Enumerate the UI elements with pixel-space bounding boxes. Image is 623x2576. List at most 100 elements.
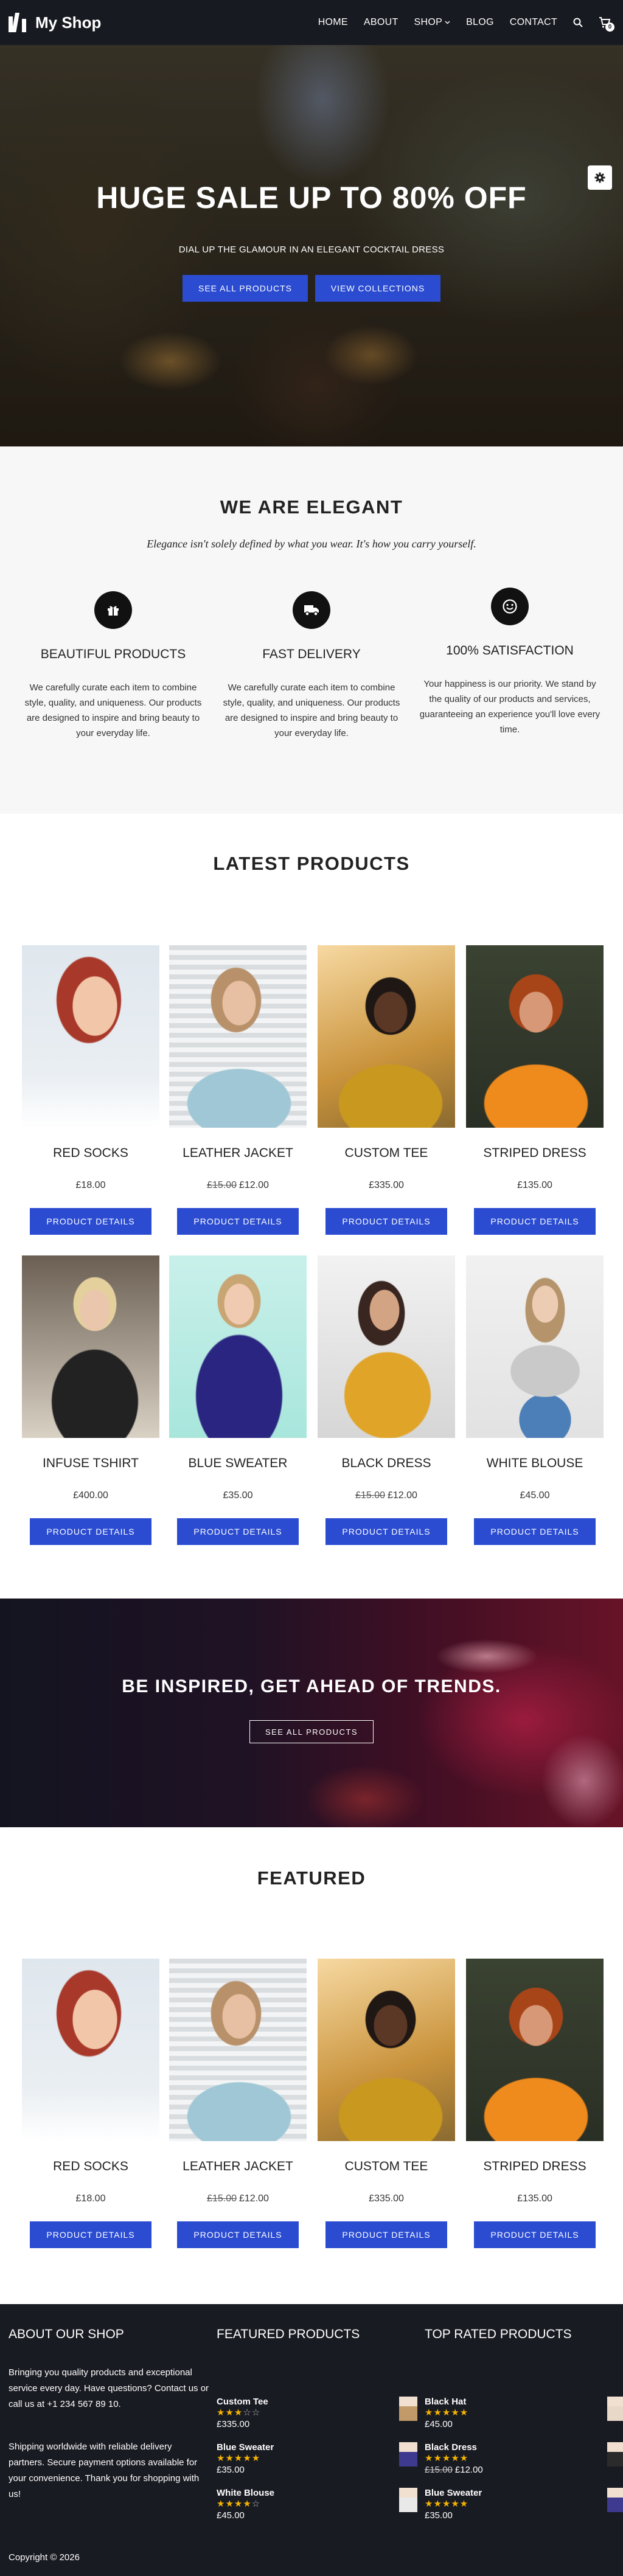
product-card[interactable]: STRIPED DRESS £135.00 PRODUCT DETAILS (466, 945, 604, 1235)
nav-about[interactable]: ABOUT (364, 17, 399, 28)
product-details-button[interactable]: PRODUCT DETAILS (30, 2221, 151, 2248)
view-collections-button[interactable]: VIEW COLLECTIONS (315, 275, 440, 302)
product-details-button[interactable]: PRODUCT DETAILS (177, 1518, 299, 1545)
product-image[interactable] (22, 945, 159, 1128)
product-details-button[interactable]: PRODUCT DETAILS (325, 2221, 447, 2248)
footer-product-name[interactable]: White Blouse (217, 2488, 417, 2498)
product-name[interactable]: RED SOCKS (22, 1146, 159, 1161)
feature-text: Your happiness is our priority. We stand… (419, 679, 600, 735)
nav-shop[interactable]: SHOP (414, 17, 451, 28)
product-card[interactable]: WHITE BLOUSE £45.00 PRODUCT DETAILS (466, 1255, 604, 1545)
settings-button[interactable] (588, 165, 612, 190)
product-name[interactable]: INFUSE TSHIRT (22, 1456, 159, 1471)
product-image[interactable] (169, 1959, 307, 2141)
product-name[interactable]: STRIPED DRESS (466, 1146, 604, 1161)
product-card[interactable]: RED SOCKS £18.00 PRODUCT DETAILS (22, 945, 159, 1235)
footer-product-name[interactable]: Custom Tee (217, 2397, 417, 2407)
star-rating-icon: ★★★☆☆ (217, 2408, 261, 2418)
cart-button[interactable]: 0 (599, 17, 614, 32)
product-price: £15.00 £12.00 (169, 2193, 307, 2204)
product-details-button[interactable]: PRODUCT DETAILS (30, 1208, 151, 1235)
footer-product-item[interactable]: Black Hat ★★★★★ £45.00 (425, 2397, 623, 2433)
latest-products-section: LATEST PRODUCTS RED SOCKS £18.00 PRODUCT D… (0, 814, 623, 1599)
product-name[interactable]: RED SOCKS (22, 2159, 159, 2174)
product-name[interactable]: BLUE SWEATER (169, 1456, 307, 1471)
product-image[interactable] (466, 1255, 604, 1438)
product-details-button[interactable]: PRODUCT DETAILS (474, 1208, 596, 1235)
product-image[interactable] (318, 1255, 455, 1438)
footer-product-item[interactable]: Blue Sweater ★★★★★ £35.00 (425, 2488, 623, 2524)
see-all-products-button[interactable]: SEE ALL PRODUCTS (183, 275, 308, 302)
product-name[interactable]: WHITE BLOUSE (466, 1456, 604, 1471)
footer-product-thumbnail[interactable] (399, 2488, 417, 2512)
footer-product-item[interactable]: Black Dress ★★★★★ £15.00 £12.00 (425, 2442, 623, 2479)
footer-product-thumbnail[interactable] (607, 2488, 623, 2512)
search-button[interactable] (573, 18, 583, 27)
product-image[interactable] (318, 1959, 455, 2141)
footer-product-name[interactable]: Black Hat (425, 2397, 623, 2407)
product-name[interactable]: STRIPED DRESS (466, 2159, 604, 2174)
product-current-price: £135.00 (517, 1180, 552, 1190)
hero-section: HUGE SALE UP TO 80% OFF DIAL UP THE GLAM… (0, 45, 623, 446)
product-price: £135.00 (466, 2193, 604, 2204)
product-image[interactable] (169, 1255, 307, 1438)
gift-icon (94, 591, 132, 629)
hero-subtitle: DIAL UP THE GLAMOUR IN AN ELEGANT COCKTA… (178, 245, 445, 255)
footer-product-name[interactable]: Black Dress (425, 2442, 623, 2453)
banner-image-overlay (0, 1599, 623, 1827)
product-card[interactable]: BLACK DRESS £15.00 £12.00 PRODUCT DETAILS (318, 1255, 455, 1545)
footer-top-rated-heading: TOP RATED PRODUCTS (425, 2327, 572, 2341)
product-name[interactable]: CUSTOM TEE (318, 1146, 455, 1161)
product-card[interactable]: BLUE SWEATER £35.00 PRODUCT DETAILS (169, 1255, 307, 1545)
nav-blog[interactable]: BLOG (466, 17, 494, 28)
product-details-button[interactable]: PRODUCT DETAILS (474, 2221, 596, 2248)
brand[interactable]: My Shop (9, 13, 101, 32)
product-details-button[interactable]: PRODUCT DETAILS (474, 1518, 596, 1545)
feature-satisfaction: 100% SATISFACTION Your happiness is our … (419, 588, 601, 737)
banner-see-all-products-button[interactable]: SEE ALL PRODUCTS (249, 1720, 374, 1743)
product-card[interactable]: CUSTOM TEE £335.00 PRODUCT DETAILS (318, 1959, 455, 2248)
footer-product-thumbnail[interactable] (399, 2397, 417, 2421)
product-details-button[interactable]: PRODUCT DETAILS (177, 2221, 299, 2248)
product-price: £400.00 (22, 1490, 159, 1501)
product-image[interactable] (318, 945, 455, 1128)
footer-product-current-price: £45.00 (425, 2419, 453, 2429)
product-name[interactable]: CUSTOM TEE (318, 2159, 455, 2174)
product-image[interactable] (22, 1255, 159, 1438)
footer-about: ABOUT OUR SHOP Bringing you quality prod… (9, 2327, 209, 2502)
footer-product-item[interactable]: White Blouse ★★★★☆ £45.00 (217, 2488, 417, 2524)
footer-product-thumbnail[interactable] (607, 2397, 623, 2421)
main-nav: HOME ABOUT SHOP BLOG CONTACT 0 (318, 17, 614, 32)
nav-contact[interactable]: CONTACT (510, 17, 557, 28)
product-current-price: £335.00 (369, 2193, 404, 2204)
product-name[interactable]: BLACK DRESS (318, 1456, 455, 1471)
footer-product-item[interactable]: Blue Sweater ★★★★★ £35.00 (217, 2442, 417, 2479)
product-details-button[interactable]: PRODUCT DETAILS (30, 1518, 151, 1545)
truck-icon (293, 591, 330, 629)
star-rating-icon: ★★★★☆ (217, 2499, 261, 2509)
product-image[interactable] (466, 945, 604, 1128)
product-details-button[interactable]: PRODUCT DETAILS (177, 1208, 299, 1235)
footer-product-item[interactable]: Custom Tee ★★★☆☆ £335.00 (217, 2397, 417, 2433)
footer-product-name[interactable]: Blue Sweater (217, 2442, 417, 2453)
product-price: £35.00 (169, 1490, 307, 1501)
product-card[interactable]: RED SOCKS £18.00 PRODUCT DETAILS (22, 1959, 159, 2248)
product-card[interactable]: STRIPED DRESS £135.00 PRODUCT DETAILS (466, 1959, 604, 2248)
product-card[interactable]: LEATHER JACKET £15.00 £12.00 PRODUCT DETAIL… (169, 945, 307, 1235)
product-name[interactable]: LEATHER JACKET (169, 2159, 307, 2174)
nav-home[interactable]: HOME (318, 17, 348, 28)
footer-product-thumbnail[interactable] (607, 2442, 623, 2467)
product-image[interactable] (169, 945, 307, 1128)
product-details-button[interactable]: PRODUCT DETAILS (325, 1518, 447, 1545)
product-image[interactable] (466, 1959, 604, 2141)
footer-featured-heading: FEATURED PRODUCTS (217, 2327, 360, 2341)
footer-product-thumbnail[interactable] (399, 2442, 417, 2467)
product-name[interactable]: LEATHER JACKET (169, 1146, 307, 1161)
footer-product-name[interactable]: Blue Sweater (425, 2488, 623, 2498)
product-card[interactable]: LEATHER JACKET £15.00 £12.00 PRODUCT DETAIL… (169, 1959, 307, 2248)
product-image[interactable] (22, 1959, 159, 2141)
product-card[interactable]: CUSTOM TEE £335.00 PRODUCT DETAILS (318, 945, 455, 1235)
product-details-button[interactable]: PRODUCT DETAILS (325, 1208, 447, 1235)
product-card[interactable]: INFUSE TSHIRT £400.00 PRODUCT DETAILS (22, 1255, 159, 1545)
inspiration-banner: BE INSPIRED, GET AHEAD OF TRENDS. SEE AL… (0, 1599, 623, 1827)
